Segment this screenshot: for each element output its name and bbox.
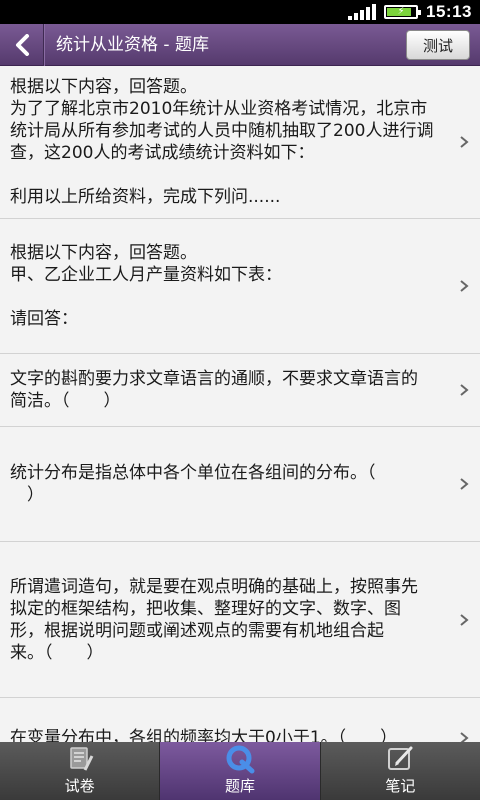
tab-notes[interactable]: 笔记 bbox=[321, 742, 480, 800]
question-text: 根据以下内容，回答题。 为了了解北京市2010年统计从业资格考试情况，北京市 统… bbox=[10, 77, 434, 207]
battery-icon: ⚡ bbox=[384, 5, 422, 19]
question-list[interactable]: 根据以下内容，回答题。 为了了解北京市2010年统计从业资格考试情况，北京市 统… bbox=[0, 66, 480, 742]
status-bar: ⚡ 15:13 bbox=[0, 0, 480, 24]
note-pencil-icon bbox=[385, 743, 415, 775]
title-bar: 统计从业资格 - 题库 测试 bbox=[0, 24, 480, 66]
chevron-right-icon bbox=[460, 136, 469, 148]
bottom-tab-bar: 试卷 题库 笔记 bbox=[0, 742, 480, 800]
tab-exam[interactable]: 试卷 bbox=[0, 742, 161, 800]
question-bank-q-icon bbox=[224, 743, 256, 775]
question-item[interactable]: 文字的斟酌要力求文章语言的通顺，不要求文章语言的 简洁。（ ） bbox=[0, 354, 480, 427]
question-item[interactable]: 根据以下内容，回答题。 为了了解北京市2010年统计从业资格考试情况，北京市 统… bbox=[0, 66, 480, 219]
status-time: 15:13 bbox=[426, 2, 472, 21]
chevron-right-icon bbox=[460, 613, 469, 626]
tab-label: 试卷 bbox=[64, 777, 95, 795]
signal-icon bbox=[348, 4, 377, 20]
tab-question-bank[interactable]: 题库 bbox=[160, 742, 321, 800]
test-button[interactable]: 测试 bbox=[406, 30, 470, 60]
question-item[interactable]: 根据以下内容，回答题。 甲、乙企业工人月产量资料如下表： 请回答： bbox=[0, 219, 480, 354]
question-text: 文字的斟酌要力求文章语言的通顺，不要求文章语言的 简洁。（ ） bbox=[10, 369, 418, 411]
tab-label: 题库 bbox=[224, 777, 255, 795]
question-item[interactable]: 统计分布是指总体中各个单位在各组间的分布。（ ） bbox=[0, 427, 480, 542]
question-text: 统计分布是指总体中各个单位在各组间的分布。（ ） bbox=[10, 463, 376, 505]
question-item[interactable]: 在变量分布中，各组的频率均大于0小于1。（ ） bbox=[0, 698, 480, 742]
back-arrow-icon bbox=[15, 34, 29, 56]
back-button[interactable] bbox=[0, 24, 44, 66]
question-text: 根据以下内容，回答题。 甲、乙企业工人月产量资料如下表： 请回答： bbox=[10, 243, 282, 329]
chevron-right-icon bbox=[460, 384, 469, 396]
tab-label: 笔记 bbox=[385, 777, 416, 795]
status-right-group: ⚡ 15:13 bbox=[348, 0, 472, 24]
question-item[interactable]: 所谓遣词造句，就是要在观点明确的基础上，按照事先 拟定的框架结构，把收集、整理好… bbox=[0, 542, 480, 698]
exam-paper-icon bbox=[65, 743, 95, 775]
question-text: 所谓遣词造句，就是要在观点明确的基础上，按照事先 拟定的框架结构，把收集、整理好… bbox=[10, 576, 418, 663]
chevron-right-icon bbox=[460, 478, 469, 490]
chevron-right-icon bbox=[460, 731, 469, 742]
page-title: 统计从业资格 - 题库 bbox=[56, 35, 209, 55]
chevron-right-icon bbox=[460, 280, 469, 292]
question-text: 在变量分布中，各组的频率均大于0小于1。（ ） bbox=[10, 727, 398, 743]
